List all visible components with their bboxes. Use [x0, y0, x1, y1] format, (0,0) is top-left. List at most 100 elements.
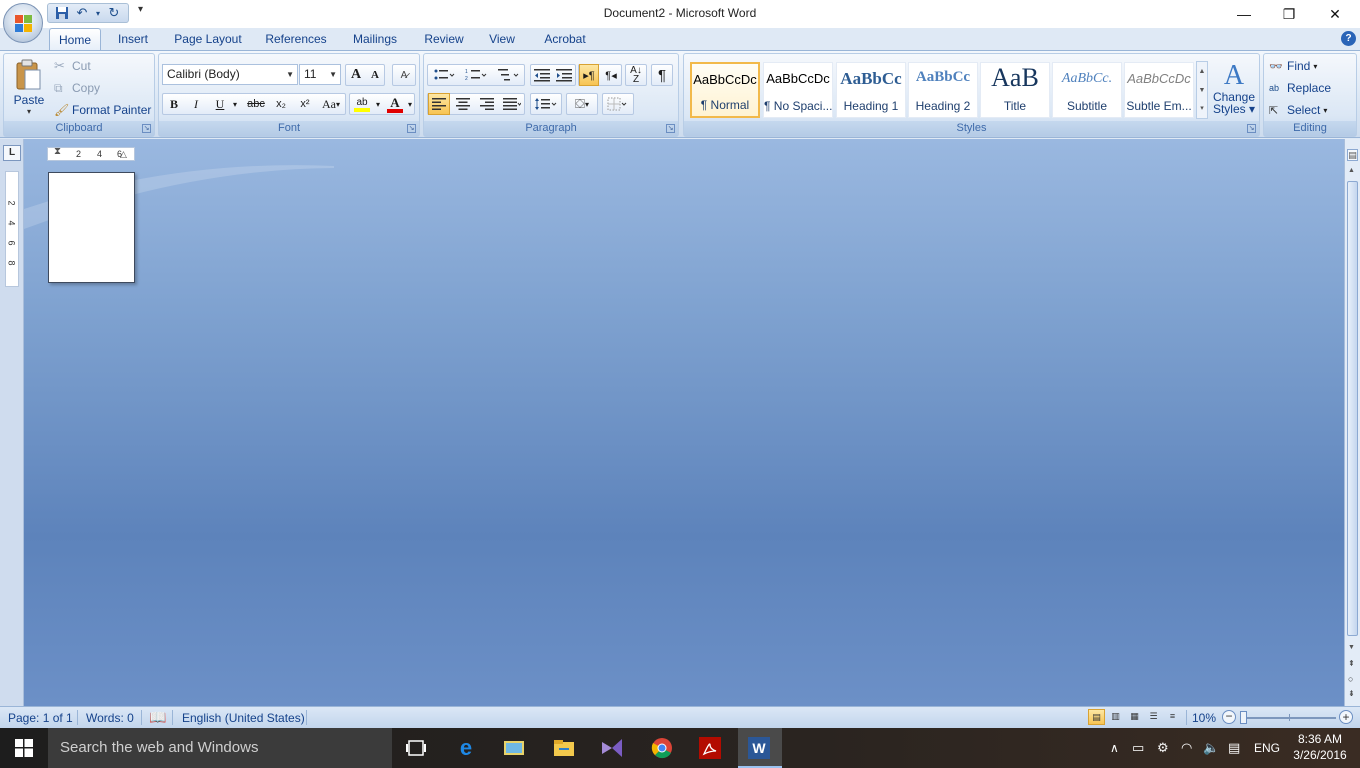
network-warning-icon[interactable]: ⚙	[1157, 728, 1169, 768]
show-marks-button[interactable]: ¶	[651, 64, 673, 86]
file-explorer-icon[interactable]	[552, 736, 576, 760]
zoom-slider-thumb[interactable]	[1240, 711, 1247, 724]
zoom-in-icon[interactable]: +	[1339, 710, 1353, 724]
document-page[interactable]	[48, 172, 135, 283]
underline-button[interactable]: U	[210, 93, 230, 115]
multilevel-list-button[interactable]	[493, 64, 523, 86]
edge-icon[interactable]: e	[454, 735, 478, 760]
change-styles-button[interactable]: A Change Styles ▾	[1211, 58, 1257, 118]
increase-indent-button[interactable]	[554, 64, 574, 86]
tab-view[interactable]: View	[482, 28, 522, 50]
tab-insert[interactable]: Insert	[109, 28, 157, 50]
style-normal[interactable]: AaBbCcDc ¶ Normal	[690, 62, 760, 118]
office-button[interactable]	[3, 3, 43, 43]
tab-home[interactable]: Home	[49, 28, 101, 50]
view-ruler-icon[interactable]: ▤	[1347, 149, 1358, 161]
numbering-button[interactable]: 12	[461, 64, 491, 86]
shrink-font-button[interactable]: A	[366, 69, 384, 81]
horizontal-ruler[interactable]: ⧗ 2 4 6 △	[47, 146, 135, 161]
paragraph-dialog-launcher[interactable]: ↘	[666, 124, 675, 133]
tab-mailings[interactable]: Mailings	[344, 28, 406, 50]
scroll-up-icon[interactable]: ▲	[1348, 167, 1355, 174]
copy-button[interactable]: ⧉ Copy	[54, 79, 100, 97]
page-count[interactable]: Page: 1 of 1	[8, 711, 73, 725]
bold-button[interactable]: B	[164, 93, 184, 115]
rtl-button[interactable]: ¶◂	[601, 64, 621, 86]
replace-button[interactable]: ab Replace	[1269, 78, 1331, 98]
tab-review[interactable]: Review	[418, 28, 470, 50]
print-layout-icon[interactable]: ▤	[1088, 709, 1105, 725]
help-icon[interactable]: ?	[1341, 31, 1356, 46]
zoom-out-icon[interactable]: −	[1222, 710, 1236, 724]
task-view-icon[interactable]	[404, 736, 428, 760]
justify-button[interactable]	[500, 93, 524, 115]
format-painter-button[interactable]: 🖌 Format Painter	[54, 101, 151, 119]
superscript-button[interactable]: x²	[294, 93, 316, 115]
outline-icon[interactable]: ☰	[1145, 709, 1162, 725]
highlight-dropdown-icon[interactable]: ▾	[373, 93, 383, 115]
close-button[interactable]: ✕	[1312, 0, 1358, 28]
visual-studio-icon[interactable]	[600, 736, 624, 760]
show-hidden-icons[interactable]: ∧	[1110, 728, 1119, 768]
style-subtitle[interactable]: AaBbCc. Subtitle	[1052, 62, 1122, 118]
font-color-button[interactable]: A	[385, 93, 405, 115]
select-button[interactable]: ⇱ Select ▾	[1269, 100, 1327, 120]
windows-start-icon[interactable]	[12, 736, 36, 760]
style-no-spacing[interactable]: AaBbCcDc ¶ No Spaci...	[763, 62, 833, 118]
clock[interactable]: 8:36 AM 3/26/2016	[1290, 731, 1350, 763]
word-count[interactable]: Words: 0	[86, 711, 134, 725]
align-center-button[interactable]	[452, 93, 474, 115]
scroll-down-icon[interactable]: ▼	[1348, 644, 1355, 651]
photos-icon[interactable]	[502, 736, 526, 760]
font-family-combo[interactable]: Calibri (Body) ▼	[162, 64, 298, 85]
language-indicator[interactable]: English (United States)	[182, 711, 305, 725]
styles-dialog-launcher[interactable]: ↘	[1247, 124, 1256, 133]
first-line-indent-icon[interactable]: ⧗	[54, 146, 61, 157]
restore-button[interactable]: ❐	[1266, 0, 1312, 28]
tab-selector[interactable]: L	[3, 145, 21, 161]
clipboard-dialog-launcher[interactable]: ↘	[142, 124, 151, 133]
shading-button[interactable]: ⛋ ▾	[566, 93, 598, 115]
align-right-button[interactable]	[476, 93, 498, 115]
proofing-icon[interactable]: 📖	[149, 709, 166, 726]
bullets-button[interactable]	[429, 64, 459, 86]
decrease-indent-button[interactable]	[532, 64, 552, 86]
font-size-combo[interactable]: 11 ▼	[299, 64, 341, 85]
previous-page-icon[interactable]: ⇞	[1348, 659, 1355, 668]
font-dialog-launcher[interactable]: ↘	[407, 124, 416, 133]
paste-button[interactable]: Paste ▾	[8, 56, 50, 118]
vertical-ruler[interactable]: 2 4 6 8	[5, 171, 19, 287]
zoom-level[interactable]: 10%	[1192, 711, 1216, 725]
line-spacing-button[interactable]	[530, 93, 562, 115]
subscript-button[interactable]: x₂	[270, 93, 292, 115]
change-case-button[interactable]: Aa ▾	[318, 93, 344, 115]
style-heading-2[interactable]: AaBbCc Heading 2	[908, 62, 978, 118]
cut-button[interactable]: ✂ Cut	[54, 57, 91, 75]
ltr-button[interactable]: ▸¶	[579, 64, 599, 86]
draft-icon[interactable]: ≡	[1164, 709, 1181, 725]
language-indicator-taskbar[interactable]: ENG	[1254, 728, 1280, 768]
acrobat-icon[interactable]	[698, 736, 722, 760]
clear-formatting-button[interactable]: A̷	[392, 64, 416, 86]
style-title[interactable]: AaB Title	[980, 62, 1050, 118]
right-indent-icon[interactable]: △	[120, 149, 127, 160]
style-heading-1[interactable]: AaBbCc Heading 1	[836, 62, 906, 118]
tab-references[interactable]: References	[259, 28, 333, 50]
chrome-icon[interactable]	[650, 736, 674, 760]
sort-button[interactable]: A↓ Z	[625, 64, 647, 86]
find-button[interactable]: 👓 Find ▾	[1269, 56, 1317, 76]
strikethrough-button[interactable]: abc	[244, 93, 268, 115]
volume-icon[interactable]: 🔈	[1203, 728, 1219, 768]
vertical-scrollbar[interactable]: ▤ ▲ ▼ ⇞ ○ ⇟	[1344, 139, 1360, 706]
italic-button[interactable]: I	[186, 93, 206, 115]
highlight-button[interactable]: ab	[351, 93, 373, 115]
scrollbar-thumb[interactable]	[1347, 181, 1358, 636]
align-left-button[interactable]	[428, 93, 450, 115]
zoom-slider[interactable]	[1240, 717, 1336, 719]
tab-acrobat[interactable]: Acrobat	[535, 28, 595, 50]
search-box[interactable]: Search the web and Windows	[48, 728, 392, 768]
wifi-icon[interactable]: ◠	[1181, 728, 1192, 768]
minimize-button[interactable]: —	[1221, 0, 1267, 28]
borders-button[interactable]	[602, 93, 634, 115]
select-browse-object-icon[interactable]: ○	[1348, 674, 1353, 684]
